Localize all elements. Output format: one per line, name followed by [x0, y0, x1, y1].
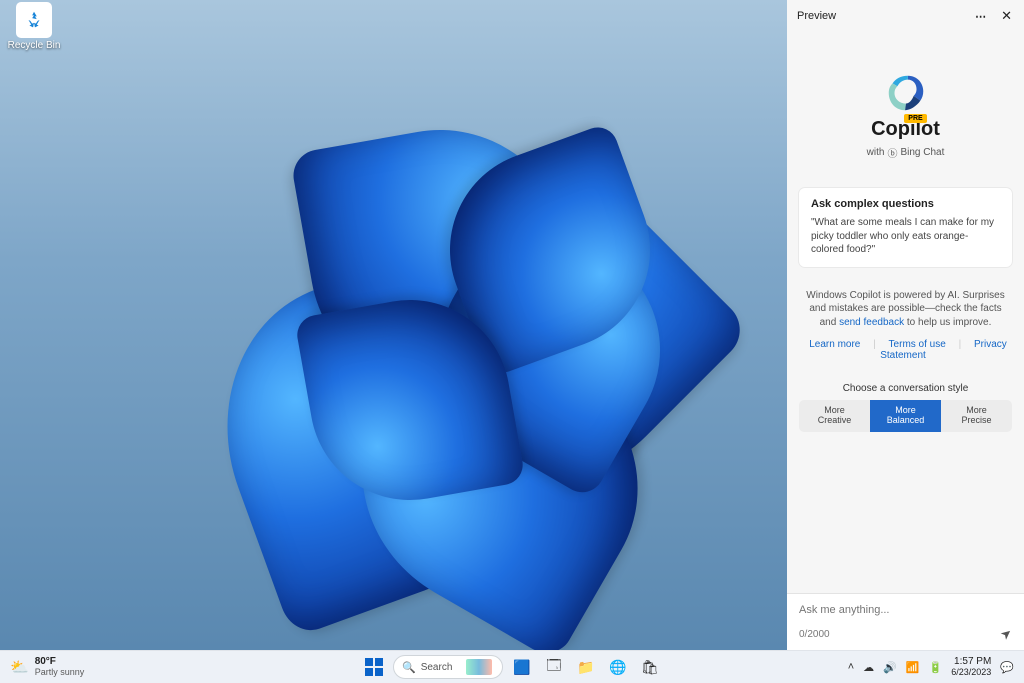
volume-icon[interactable]: 🔊 — [883, 661, 897, 674]
more-options-button[interactable]: ⋯ — [971, 10, 991, 23]
taskbar: ⛅ 80°F Partly sunny 🔍 Search 🟦 🗔 📁 🌐 🛍 ˄… — [0, 650, 1024, 683]
conversation-style-label: Choose a conversation style — [799, 383, 1012, 394]
battery-icon[interactable]: 🔋 — [929, 661, 943, 674]
taskbar-clock[interactable]: 1:57 PM 6/23/2023 — [951, 657, 991, 677]
task-view-icon: 🗔 — [546, 655, 561, 679]
copilot-icon: 🟦 — [513, 659, 530, 676]
char-counter: 0/2000 — [799, 629, 830, 640]
suggestion-card[interactable]: Ask complex questions "What are some mea… — [799, 188, 1012, 267]
taskbar-search[interactable]: 🔍 Search — [393, 655, 503, 679]
chat-input[interactable] — [799, 604, 1012, 616]
edge-button[interactable]: 🌐 — [605, 654, 631, 680]
file-explorer-button[interactable]: 📁 — [573, 654, 599, 680]
close-button[interactable]: ✕ — [999, 8, 1014, 24]
send-icon[interactable]: ➤ — [997, 624, 1016, 643]
task-view-button[interactable]: 🗔 — [541, 654, 567, 680]
chat-input-block: 0/2000 ➤ — [787, 593, 1024, 650]
onedrive-icon[interactable]: ☁ — [863, 661, 874, 674]
copilot-subtitle: with ⓑ Bing Chat — [799, 145, 1012, 160]
search-text: Search — [421, 662, 455, 673]
conversation-style-block: Choose a conversation style MoreCreative… — [799, 383, 1012, 432]
windows-bloom-graphic — [110, 50, 730, 620]
wifi-icon[interactable]: 📶 — [906, 661, 920, 674]
copilot-taskbar-button[interactable]: 🟦 — [509, 654, 535, 680]
tray-chevron-up-icon[interactable]: ˄ — [848, 661, 854, 673]
conversation-style-selector: MoreCreative MoreBalanced MorePrecise — [799, 400, 1012, 432]
weather-widget[interactable]: ⛅ 80°F Partly sunny — [0, 657, 94, 677]
clock-time: 1:57 PM — [951, 657, 991, 668]
recycle-bin-icon — [16, 2, 52, 38]
clock-date: 6/23/2023 — [951, 668, 991, 677]
copilot-panel: Preview ⋯ ✕ PRE Copilot with ⓑ Bing Chat — [787, 0, 1024, 650]
folder-icon: 📁 — [577, 659, 594, 676]
taskbar-center: 🔍 Search 🟦 🗔 📁 🌐 🛍 — [361, 651, 663, 683]
send-feedback-link[interactable]: send feedback — [839, 317, 904, 328]
weather-condition: Partly sunny — [35, 668, 85, 677]
suggestion-card-title: Ask complex questions — [811, 198, 1000, 210]
copilot-preview-label: Preview — [797, 10, 963, 22]
suggestion-card-body: "What are some meals I can make for my p… — [811, 216, 1000, 257]
learn-more-link[interactable]: Learn more — [804, 339, 865, 350]
edge-icon: 🌐 — [609, 659, 626, 676]
store-button[interactable]: 🛍 — [637, 654, 663, 680]
search-highlight-icon — [466, 659, 492, 675]
footer-links: Learn more | Terms of use | Privacy Stat… — [799, 339, 1012, 361]
copilot-branding: PRE Copilot with ⓑ Bing Chat — [799, 70, 1012, 160]
recycle-bin-label: Recycle Bin — [6, 40, 62, 51]
style-more-creative[interactable]: MoreCreative — [799, 400, 870, 432]
style-more-balanced[interactable]: MoreBalanced — [870, 400, 941, 432]
store-icon: 🛍 — [641, 659, 659, 676]
system-tray: ˄ ☁ 🔊 📶 🔋 1:57 PM 6/23/2023 💬 — [838, 651, 1024, 683]
copilot-logo-icon: PRE — [883, 70, 929, 116]
weather-temp: 80°F — [35, 657, 85, 668]
disclaimer-text: Windows Copilot is powered by AI. Surpri… — [799, 289, 1012, 330]
recycle-bin[interactable]: Recycle Bin — [6, 2, 62, 51]
start-button[interactable] — [361, 654, 387, 680]
pre-badge: PRE — [904, 114, 926, 123]
weather-icon: ⛅ — [10, 658, 29, 676]
bing-icon: ⓑ — [887, 145, 897, 160]
notifications-icon[interactable]: 💬 — [1000, 661, 1014, 674]
style-more-precise[interactable]: MorePrecise — [941, 400, 1012, 432]
copilot-header: Preview ⋯ ✕ — [787, 0, 1024, 32]
search-icon: 🔍 — [402, 661, 416, 674]
terms-link[interactable]: Terms of use — [884, 339, 951, 350]
